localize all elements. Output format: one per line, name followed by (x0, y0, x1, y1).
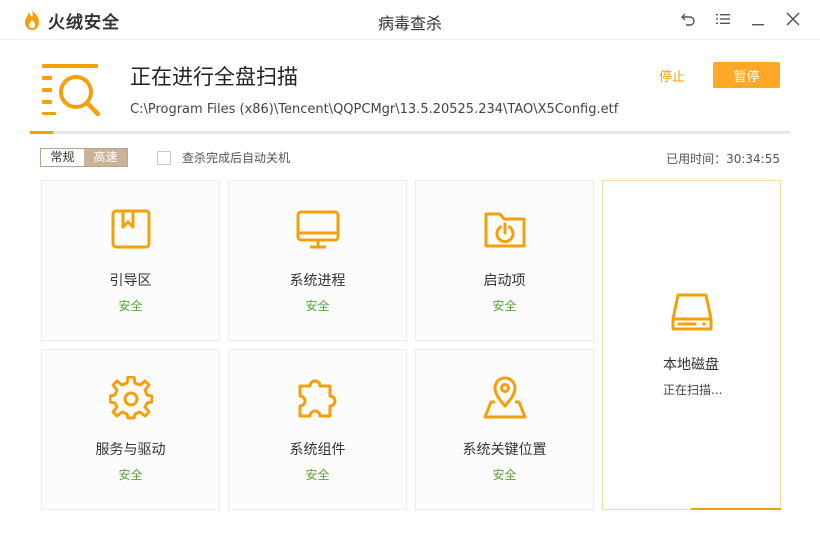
card-system-components[interactable]: 系统组件 安全 (228, 349, 407, 510)
card-name: 启动项 (483, 273, 526, 289)
elapsed-time: 已用时间：30:34:55 (666, 152, 780, 166)
title-bar: 火绒安全 病毒查杀 (0, 0, 820, 40)
location-pin-icon (483, 376, 526, 419)
bookmark-icon (111, 209, 150, 249)
scan-search-icon (42, 64, 101, 116)
power-folder-icon (484, 212, 525, 248)
close-icon[interactable] (784, 10, 802, 28)
stop-button[interactable]: 停止 (648, 64, 696, 86)
card-name: 系统关键位置 (462, 442, 547, 458)
card-name: 引导区 (109, 273, 152, 289)
scan-progress-bar (30, 131, 790, 134)
card-critical-locations[interactable]: 系统关键位置 安全 (415, 349, 594, 510)
card-startup-items[interactable]: 启动项 安全 (415, 180, 594, 341)
scan-mode-toggle[interactable]: 常规 高速 (40, 148, 128, 167)
card-status: 安全 (305, 299, 330, 313)
menu-icon[interactable] (714, 10, 732, 28)
flame-logo-icon (25, 10, 39, 30)
card-name: 服务与驱动 (95, 442, 166, 458)
scan-title: 正在进行全盘扫描 (130, 65, 298, 89)
card-system-processes[interactable]: 系统进程 安全 (228, 180, 407, 341)
auto-shutdown-checkbox[interactable] (157, 150, 171, 165)
card-name: 系统进程 (289, 273, 346, 289)
card-status: 安全 (492, 468, 517, 482)
app-logo: 火绒安全 (22, 8, 120, 33)
scan-progress-fill (30, 131, 53, 134)
monitor-icon (296, 210, 339, 249)
auto-shutdown-label: 查杀完成后自动关机 (182, 151, 291, 165)
mode-normal-option[interactable]: 常规 (41, 149, 84, 166)
card-name: 本地磁盘 (663, 357, 719, 373)
minimize-icon[interactable] (749, 10, 767, 28)
card-status: 安全 (118, 468, 143, 482)
card-status: 安全 (492, 299, 517, 313)
puzzle-icon (298, 379, 336, 418)
card-scan-progress (691, 508, 781, 510)
card-services-drivers[interactable]: 服务与驱动 安全 (41, 349, 220, 510)
card-boot-sector[interactable]: 引导区 安全 (41, 180, 220, 341)
app-name: 火绒安全 (48, 12, 120, 33)
card-name: 系统组件 (289, 442, 346, 458)
back-icon[interactable] (679, 10, 697, 28)
card-local-disk[interactable]: 本地磁盘 正在扫描... (602, 180, 781, 510)
hard-disk-icon (671, 293, 713, 331)
card-status: 安全 (118, 299, 143, 313)
gear-icon (108, 376, 153, 420)
pause-button[interactable]: 暂停 (713, 62, 780, 88)
card-status: 安全 (305, 468, 330, 482)
mode-fast-option[interactable]: 高速 (84, 149, 127, 166)
card-status: 正在扫描... (663, 383, 723, 397)
current-scan-path: C:\Program Files (x86)\Tencent\QQPCMgr\1… (130, 102, 619, 117)
auto-shutdown-option[interactable]: 查杀完成后自动关机 (157, 149, 290, 166)
